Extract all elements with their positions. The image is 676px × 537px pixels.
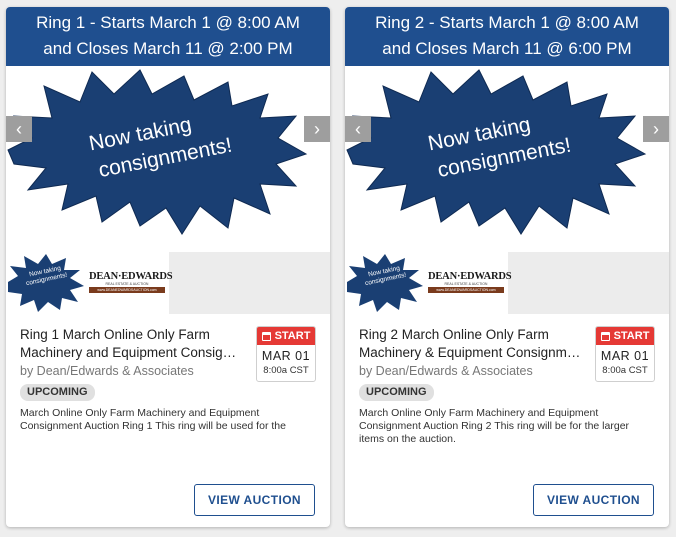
thumbnail-strip: Now taking consignments! DEAN·EDWARDS RE… (6, 252, 330, 314)
header-line: and Closes March 11 @ 6:00 PM (382, 39, 632, 58)
card-info: Ring 1 March Online Only Farm Machinery … (6, 314, 330, 406)
start-label: START (274, 330, 311, 342)
consignment-burst-image: Now taking consignments! (346, 69, 647, 235)
thumbnail-placeholder[interactable] (508, 252, 669, 314)
auction-card: Ring 1 - Starts March 1 @ 8:00 AM and Cl… (6, 7, 330, 527)
slider-prev-button[interactable]: ‹ (345, 116, 371, 142)
header-line: Ring 2 - Starts March 1 @ 8:00 AM (375, 13, 639, 32)
header-line: Ring 1 - Starts March 1 @ 8:00 AM (36, 13, 300, 32)
image-slider: Now taking consignments! ‹ › (345, 66, 669, 252)
slider-next-button[interactable]: › (643, 116, 669, 142)
card-header: Ring 2 - Starts March 1 @ 8:00 AM and Cl… (345, 7, 669, 66)
start-time: 8:00a CST (602, 365, 648, 376)
start-date: MAR 01 (600, 349, 650, 363)
auction-description: March Online Only Farm Machinery and Equ… (359, 407, 630, 445)
chevron-left-icon: ‹ (16, 119, 22, 139)
dean-edwards-logo: DEAN·EDWARDS REAL ESTATE & AUCTION www.D… (428, 271, 512, 293)
auction-title[interactable]: Ring 1 March Online Only Farm Machinery … (20, 326, 242, 362)
calendar-icon (600, 331, 610, 341)
slider-prev-button[interactable]: ‹ (6, 116, 32, 142)
image-slider: Now taking consignments! ‹ › (6, 66, 330, 252)
thumbnail-image[interactable]: Now taking consignments! DEAN·EDWARDS RE… (6, 252, 173, 314)
slider-next-button[interactable]: › (304, 116, 330, 142)
header-line: and Closes March 11 @ 2:00 PM (43, 39, 293, 58)
calendar-icon (261, 331, 271, 341)
start-time: 8:00a CST (263, 365, 309, 376)
thumbnail-image[interactable]: Now taking consignments! DEAN·EDWARDS RE… (345, 252, 512, 314)
auction-title[interactable]: Ring 2 March Online Only Farm Machinery … (359, 326, 581, 362)
thumbnail-strip: Now taking consignments! DEAN·EDWARDS RE… (345, 252, 669, 314)
start-date-box: START MAR 01 8:00a CST (595, 326, 655, 382)
status-badge: UPCOMING (20, 384, 95, 401)
card-info: Ring 2 March Online Only Farm Machinery … (345, 314, 669, 406)
auction-card: Ring 2 - Starts March 1 @ 8:00 AM and Cl… (345, 7, 669, 527)
card-header: Ring 1 - Starts March 1 @ 8:00 AM and Cl… (6, 7, 330, 66)
start-label: START (613, 330, 650, 342)
view-auction-button[interactable]: VIEW AUCTION (533, 484, 654, 516)
auction-description: March Online Only Farm Machinery and Equ… (20, 407, 286, 432)
chevron-left-icon: ‹ (355, 119, 361, 139)
consignment-burst-image: Now taking consignments! (7, 69, 308, 235)
chevron-right-icon: › (314, 119, 320, 139)
thumbnail-placeholder[interactable] (169, 252, 330, 314)
chevron-right-icon: › (653, 119, 659, 139)
dean-edwards-logo: DEAN·EDWARDS REAL ESTATE & AUCTION www.D… (89, 271, 173, 293)
start-date-box: START MAR 01 8:00a CST (256, 326, 316, 382)
view-auction-button[interactable]: VIEW AUCTION (194, 484, 315, 516)
status-badge: UPCOMING (359, 384, 434, 401)
start-date: MAR 01 (261, 349, 311, 363)
